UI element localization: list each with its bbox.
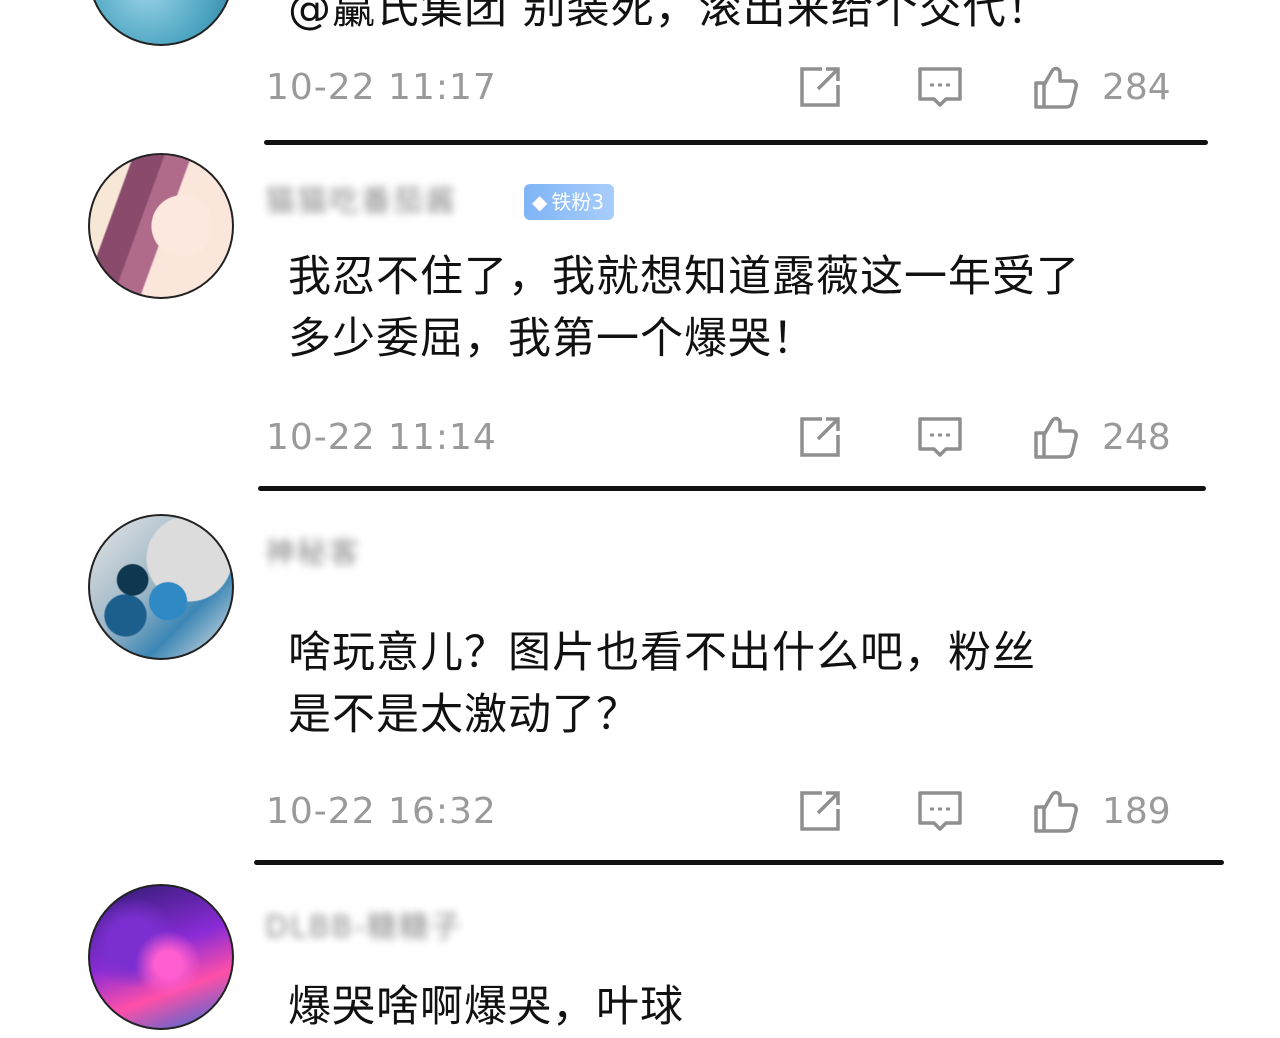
comment-time: 10-22 11:17 — [266, 67, 497, 108]
username[interactable]: 猫猫吃番茄酱 — [265, 182, 457, 222]
thumbs-up-icon[interactable] — [1032, 63, 1080, 111]
comment-icon[interactable] — [916, 787, 964, 835]
comment-meta: 10-22 11:14 248 — [266, 413, 1206, 463]
divider — [258, 486, 1206, 491]
share-icon[interactable] — [796, 787, 844, 835]
fan-badge: ◆ 铁粉3 — [524, 184, 615, 220]
like-count: 248 — [1102, 417, 1171, 458]
share-icon[interactable] — [796, 63, 844, 111]
comment-text: @臝氏集团 别装死，滚出来给个交代！ — [288, 0, 1051, 34]
diamond-icon: ◆ — [532, 190, 548, 214]
thumbs-up-icon[interactable] — [1032, 413, 1080, 461]
divider — [254, 860, 1224, 865]
like-count: 284 — [1102, 67, 1171, 108]
comment-text: 爆哭啥啊爆哭，叶球 — [288, 982, 684, 1032]
comment-time: 10-22 16:32 — [266, 791, 497, 832]
username[interactable]: 神秘客 — [265, 534, 361, 574]
comment-text: 我忍不住了，我就想知道露薇这一年受了 多少委屈，我第一个爆哭！ — [288, 252, 1080, 364]
comment-icon[interactable] — [916, 63, 964, 111]
share-icon[interactable] — [796, 413, 844, 461]
comment-meta: 10-22 16:32 189 — [266, 787, 1206, 837]
comment-text: 啥玩意儿？图片也看不出什么吧，粉丝 是不是太激动了？ — [288, 628, 1036, 740]
avatar[interactable] — [88, 0, 234, 46]
thumbs-up-icon[interactable] — [1032, 787, 1080, 835]
username[interactable]: DLBB-糖糖子 — [265, 908, 463, 948]
comment-time: 10-22 11:14 — [266, 417, 497, 458]
avatar[interactable] — [88, 153, 234, 299]
comment-meta: 10-22 11:17 284 — [266, 63, 1206, 113]
avatar[interactable] — [88, 884, 234, 1030]
divider — [264, 140, 1208, 145]
avatar[interactable] — [88, 514, 234, 660]
comment-icon[interactable] — [916, 413, 964, 461]
like-count: 189 — [1102, 791, 1171, 832]
